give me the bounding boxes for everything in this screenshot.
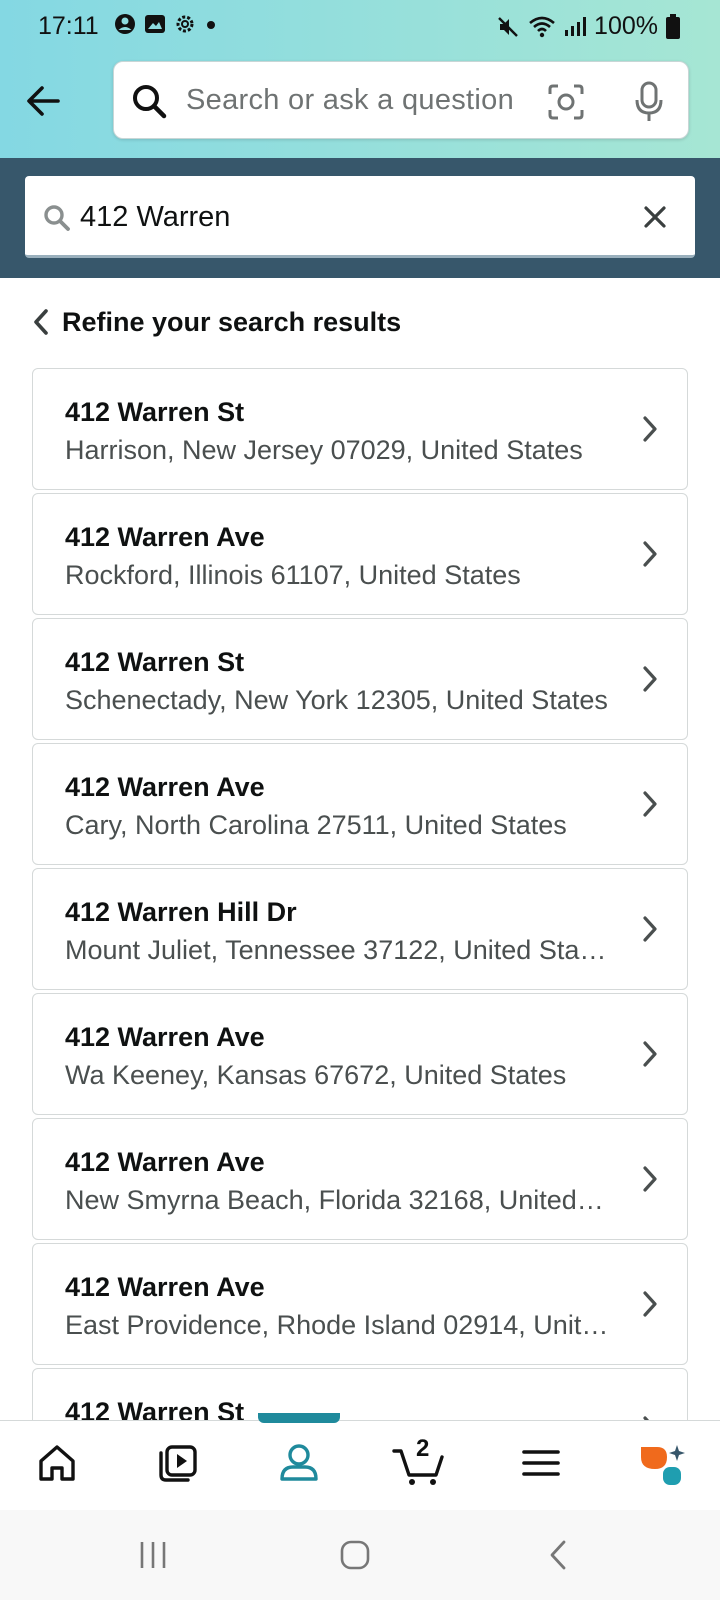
address-result-row[interactable]: 412 Warren St Schenectady, New York 1230… <box>32 618 688 740</box>
address-result-row[interactable]: 412 Warren Ave Wa Keeney, Kansas 67672, … <box>32 993 688 1115</box>
mute-icon <box>498 16 518 37</box>
result-city: Mount Juliet, Tennessee 37122, United St… <box>65 935 610 965</box>
wifi-icon <box>529 16 555 37</box>
result-street: 412 Warren Ave <box>65 1272 265 1302</box>
status-bar: 17:11 100% <box>0 0 720 52</box>
result-street: 412 Warren Ave <box>65 1147 265 1177</box>
result-city: Rockford, Illinois 61107, United States <box>65 560 521 590</box>
address-result-row[interactable]: 412 Warren Ave New Smyrna Beach, Florida… <box>32 1118 688 1240</box>
result-city: East Providence, Rhode Island 02914, Uni… <box>65 1310 610 1340</box>
chevron-right-icon <box>643 1041 657 1067</box>
result-city: Wa Keeney, Kansas 67672, United States <box>65 1060 567 1090</box>
search-icon <box>133 85 167 119</box>
result-street: 412 Warren St <box>65 397 245 427</box>
camera-scan-icon[interactable] <box>546 82 586 122</box>
nav-menu[interactable] <box>511 1441 571 1491</box>
recent-apps-icon[interactable] <box>136 1538 170 1572</box>
chevron-right-icon <box>643 1166 657 1192</box>
main-search-bar[interactable]: Search or ask a question <box>113 61 689 139</box>
result-city: Schenectady, New York 12305, United Stat… <box>65 685 608 715</box>
chevron-right-icon <box>643 1291 657 1317</box>
location-search-input[interactable]: 412 Warren <box>25 176 695 258</box>
cart-count-badge: 2 <box>416 1435 430 1462</box>
address-result-row[interactable]: 412 Warren St Harrison, New Jersey 07029… <box>32 368 688 490</box>
result-city: Harrison, New Jersey 07029, United State… <box>65 435 583 465</box>
result-street: 412 Warren Ave <box>65 772 265 802</box>
result-street: 412 Warren Ave <box>65 1022 265 1052</box>
address-result-row[interactable]: 412 Warren Ave Rockford, Illinois 61107,… <box>32 493 688 615</box>
chevron-right-icon <box>643 541 657 567</box>
result-street: 412 Warren Hill Dr <box>65 897 297 927</box>
system-navigation-bar <box>0 1510 720 1600</box>
chevron-right-icon <box>643 916 657 942</box>
refine-results-back[interactable]: Refine your search results <box>32 302 401 342</box>
battery-icon <box>666 13 680 39</box>
status-time: 17:11 <box>38 12 99 40</box>
rufus-icon <box>641 1445 685 1485</box>
result-city: Cary, North Carolina 27511, United State… <box>65 810 567 840</box>
address-result-row[interactable]: 412 Warren Ave East Providence, Rhode Is… <box>32 1243 688 1365</box>
search-icon <box>44 205 70 231</box>
nav-home[interactable] <box>27 1441 87 1491</box>
back-arrow-icon[interactable] <box>22 80 64 122</box>
nav-cart[interactable]: 2 <box>390 1435 450 1491</box>
bottom-navigation: 2 <box>0 1413 720 1511</box>
address-result-row[interactable]: 412 Warren Ave Cary, North Carolina 2751… <box>32 743 688 865</box>
battery-percent: 100% <box>594 12 658 40</box>
chevron-left-icon <box>34 309 48 335</box>
address-results-list: 412 Warren St Harrison, New Jersey 07029… <box>32 368 688 1493</box>
status-notification-icons <box>114 13 218 35</box>
active-tab-indicator <box>258 1413 340 1423</box>
video-icon <box>159 1445 197 1482</box>
back-button-icon[interactable] <box>542 1538 576 1572</box>
location-search-value: 412 Warren <box>80 201 231 233</box>
address-result-row[interactable]: 412 Warren Hill Dr Mount Juliet, Tenness… <box>32 868 688 990</box>
status-system-icons: 100% <box>496 12 680 41</box>
location-search-band: 412 Warren <box>0 158 720 278</box>
app-header: 17:11 100% Search or ask a question <box>0 0 720 158</box>
chevron-right-icon <box>643 791 657 817</box>
settings-icon <box>176 15 194 33</box>
refine-results-label: Refine your search results <box>62 306 402 337</box>
chevron-right-icon <box>643 666 657 692</box>
home-button-icon[interactable] <box>338 1538 372 1572</box>
image-icon <box>145 15 165 33</box>
home-icon <box>39 1445 75 1481</box>
microphone-icon[interactable] <box>634 81 664 123</box>
search-placeholder: Search or ask a question <box>186 84 514 116</box>
result-city: New Smyrna Beach, Florida 32168, United … <box>65 1185 610 1215</box>
nav-video[interactable] <box>148 1441 208 1491</box>
dot-icon <box>207 21 215 29</box>
menu-icon <box>522 1450 560 1476</box>
result-street: 412 Warren Ave <box>65 522 265 552</box>
account-icon <box>280 1444 318 1481</box>
account-circle-icon <box>115 14 135 34</box>
nav-rufus[interactable] <box>632 1441 692 1491</box>
close-icon[interactable] <box>643 205 667 229</box>
signal-icon <box>565 16 587 36</box>
chevron-right-icon <box>643 416 657 442</box>
result-street: 412 Warren St <box>65 647 245 677</box>
nav-account[interactable] <box>269 1441 329 1491</box>
